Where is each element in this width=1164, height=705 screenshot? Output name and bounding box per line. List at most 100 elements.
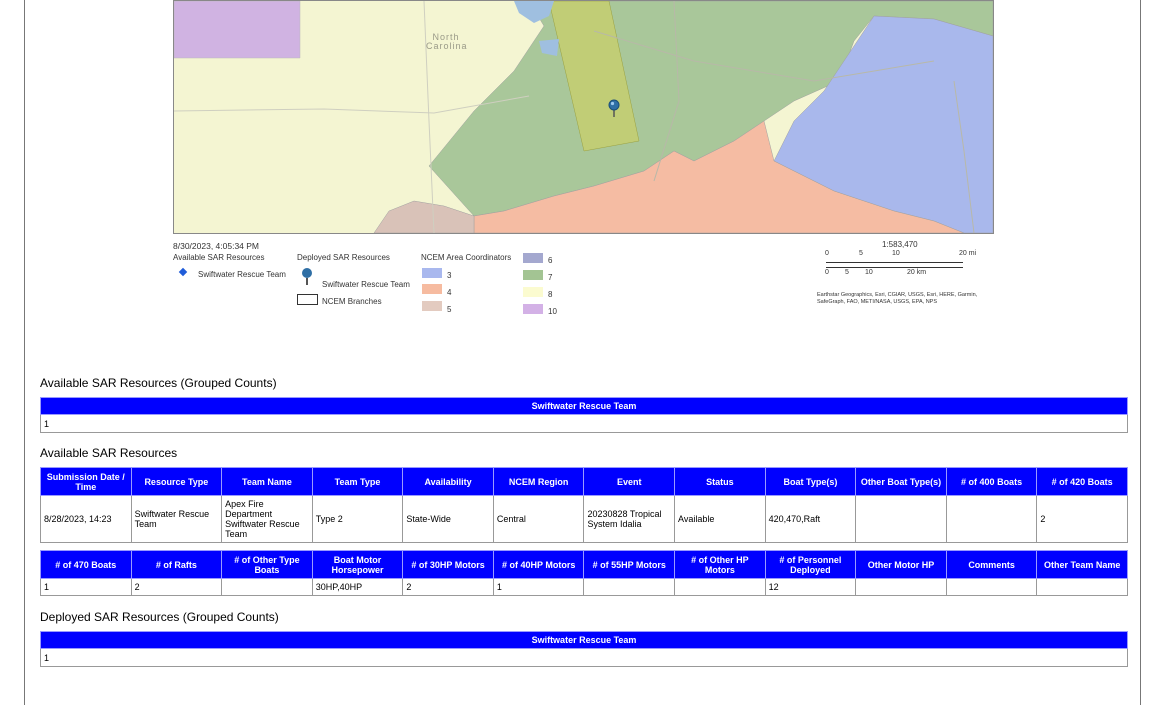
- col-other-hp-motors: # of Other HP Motors: [674, 550, 766, 579]
- scale-bar: [826, 262, 963, 268]
- map-canvas[interactable]: [174, 1, 993, 233]
- map-attribution-2: SafeGraph, FAO, METI/NASA, USGS, EPA, NP…: [817, 299, 938, 305]
- grouped-available-table: Swiftwater Rescue Team 1: [40, 397, 1128, 433]
- col-availability: Availability: [402, 467, 494, 496]
- map-state-label: North Carolina: [426, 32, 468, 51]
- col-other-motor-hp: Other Motor HP: [855, 550, 947, 579]
- area-4-swatch: [422, 284, 442, 294]
- col-team-type: Team Type: [311, 467, 404, 496]
- col-rafts: # of Rafts: [130, 550, 223, 579]
- deployed-legend-title: Deployed SAR Resources: [297, 253, 390, 262]
- scale-km-20: 20 km: [907, 269, 927, 276]
- grouped-deployed-header: Swiftwater Rescue Team: [40, 631, 1128, 649]
- area-8-swatch: [523, 287, 543, 297]
- cell-other-boat-types: [855, 495, 947, 543]
- cell-team-name: Apex Fire Department Swiftwater Rescue T…: [221, 495, 313, 543]
- col-boat-motor-hp: Boat Motor Horsepower: [311, 550, 404, 579]
- scale-mi-10: 10: [892, 250, 900, 257]
- cell-55hp-motors: [583, 578, 676, 596]
- grouped-deployed-title: Deployed SAR Resources (Grouped Counts): [40, 610, 279, 624]
- scale-km-10: 10: [865, 269, 873, 276]
- col-other-type-boats: # of Other Type Boats: [221, 550, 313, 579]
- cell-submission-date: 8/28/2023, 14:23: [40, 495, 132, 543]
- grouped-available-header: Swiftwater Rescue Team: [40, 397, 1128, 415]
- area-10-label: 10: [548, 307, 557, 316]
- scale-km-0: 0: [825, 269, 829, 276]
- map-timestamp: 8/30/2023, 4:05:34 PM: [173, 241, 260, 251]
- col-420-boats: # of 420 Boats: [1036, 467, 1128, 496]
- cell-40hp-motors: 1: [492, 578, 585, 596]
- grouped-deployed-table: Swiftwater Rescue Team 1: [40, 631, 1128, 667]
- available-header-row: Submission Date / Time Resource Type Tea…: [40, 467, 1128, 496]
- cell-other-type-boats: [221, 578, 313, 596]
- cell-boat-motor-hp: 30HP,40HP: [311, 578, 404, 596]
- map-attribution: Earthstar Geographics, Esri, CGIAR, USGS…: [817, 292, 978, 298]
- col-400-boats: # of 400 Boats: [945, 467, 1038, 496]
- available-legend-item: Swiftwater Rescue Team: [198, 270, 286, 279]
- branches-legend-label: NCEM Branches: [322, 297, 382, 306]
- area-legend-title: NCEM Area Coordinators: [421, 253, 512, 262]
- cell-team-type: Type 2: [311, 495, 404, 543]
- table-row: 1 2 30HP,40HP 2 1 12: [40, 578, 1128, 596]
- deployed-pin-icon: [302, 268, 312, 278]
- cell-personnel-deployed: 12: [764, 578, 857, 596]
- scale-km-5: 5: [845, 269, 849, 276]
- col-personnel-deployed: # of Personnel Deployed: [764, 550, 857, 579]
- deployed-legend-item: Swiftwater Rescue Team: [322, 280, 410, 289]
- available-table-continued: # of 470 Boats # of Rafts # of Other Typ…: [40, 550, 1128, 596]
- available-table: Submission Date / Time Resource Type Tea…: [40, 467, 1128, 543]
- area-6-swatch: [523, 253, 543, 263]
- col-resource-type: Resource Type: [130, 467, 223, 496]
- region-10-polygon[interactable]: [174, 1, 301, 59]
- area-8-label: 8: [548, 290, 553, 299]
- scale-ratio: 1:583,470: [882, 240, 918, 249]
- available-header-row-2: # of 470 Boats # of Rafts # of Other Typ…: [40, 550, 1128, 579]
- area-3-swatch: [422, 268, 442, 278]
- available-diamond-icon: [178, 267, 188, 277]
- grouped-deployed-count: 1: [40, 648, 1128, 667]
- col-comments: Comments: [945, 550, 1038, 579]
- cell-comments: [945, 578, 1038, 596]
- area-7-swatch: [523, 270, 543, 280]
- cell-availability: State-Wide: [402, 495, 494, 543]
- col-team-name: Team Name: [221, 467, 313, 496]
- area-5-swatch: [422, 301, 442, 311]
- cell-event: 20230828 Tropical System Idalia: [583, 495, 676, 543]
- cell-status: Available: [674, 495, 766, 543]
- area-3-label: 3: [447, 271, 452, 280]
- branch-outline-icon: [297, 294, 318, 305]
- cell-400-boats: [945, 495, 1038, 543]
- cell-other-motor-hp: [855, 578, 947, 596]
- col-ncem-region: NCEM Region: [492, 467, 585, 496]
- col-55hp-motors: # of 55HP Motors: [583, 550, 676, 579]
- col-470-boats: # of 470 Boats: [40, 550, 132, 579]
- area-7-label: 7: [548, 273, 553, 282]
- col-submission-date: Submission Date / Time: [40, 467, 132, 496]
- grouped-available-count: 1: [40, 414, 1128, 433]
- deployed-pin-stem: [306, 278, 308, 285]
- map-legend: 8/30/2023, 4:05:34 PM Available SAR Reso…: [173, 238, 994, 328]
- available-legend-title: Available SAR Resources: [173, 253, 265, 262]
- area-6-label: 6: [548, 256, 553, 265]
- area-4-label: 4: [447, 288, 452, 297]
- cell-30hp-motors: 2: [402, 578, 494, 596]
- cell-other-team-name: [1036, 578, 1128, 596]
- area-10-swatch: [523, 304, 543, 314]
- cell-boat-types: 420,470,Raft: [764, 495, 857, 543]
- scale-mi-20: 20 mi: [959, 250, 977, 257]
- col-boat-types: Boat Type(s): [764, 467, 857, 496]
- area-5-label: 5: [447, 305, 452, 314]
- cell-other-hp-motors: [674, 578, 766, 596]
- cell-470-boats: 1: [40, 578, 132, 596]
- scale-mi-0: 0: [825, 250, 829, 257]
- col-other-boat-types: Other Boat Type(s): [855, 467, 947, 496]
- cell-rafts: 2: [130, 578, 223, 596]
- available-title: Available SAR Resources: [40, 446, 178, 460]
- cell-420-boats: 2: [1036, 495, 1128, 543]
- col-event: Event: [583, 467, 676, 496]
- col-40hp-motors: # of 40HP Motors: [492, 550, 585, 579]
- col-30hp-motors: # of 30HP Motors: [402, 550, 494, 579]
- cell-resource-type: Swiftwater Rescue Team: [130, 495, 223, 543]
- scale-mi-5: 5: [859, 250, 863, 257]
- sar-map[interactable]: North Carolina: [173, 0, 994, 234]
